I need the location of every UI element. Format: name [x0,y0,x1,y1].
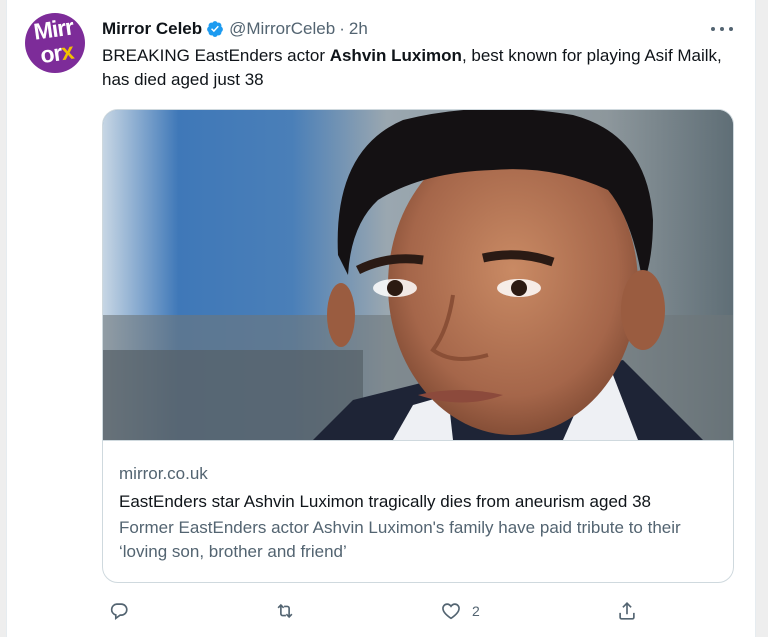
link-card[interactable]: mirror.co.uk EastEnders star Ashvin Luxi… [102,109,734,583]
retweet-icon [277,603,293,619]
avatar-logo-text-3: x [59,37,75,66]
portrait-photo [103,110,733,440]
more-dot [729,27,733,31]
tweet[interactable]: Mirr orx Mirror Celeb @MirrorCeleb · 2h … [6,0,756,637]
more-dot [720,27,724,31]
tweet-text: BREAKING EastEnders actor Ashvin Luximon… [102,44,742,92]
like-count: 2 [472,603,480,619]
heart-icon [442,603,460,620]
reply-button[interactable] [108,596,130,626]
card-image[interactable] [103,110,733,441]
handle[interactable]: @MirrorCeleb [229,19,335,39]
action-bar: 2 [102,596,742,626]
display-name[interactable]: Mirror Celeb [102,19,202,39]
verified-badge-icon [207,21,224,37]
card-title: EastEnders star Ashvin Luximon tragicall… [119,492,651,511]
tweet-text-part1: BREAKING EastEnders actor [102,46,330,65]
more-options-icon[interactable] [711,20,733,38]
tweet-text-bold[interactable]: Ashvin Luximon [330,46,462,65]
separator-dot: · [339,19,345,38]
share-button[interactable] [616,596,638,626]
timestamp[interactable]: 2h [349,19,368,39]
more-dot [711,27,715,31]
tweet-header: Mirror Celeb @MirrorCeleb · 2h [102,17,368,41]
share-icon [619,602,635,620]
card-description: Former EastEnders actor Ashvin Luximon's… [119,518,681,561]
retweet-button[interactable] [274,596,296,626]
avatar[interactable]: Mirr orx [25,13,85,73]
reply-icon [110,603,128,620]
like-button[interactable]: 2 [440,596,480,626]
avatar-logo: Mirr orx [25,13,85,69]
card-domain: mirror.co.uk [119,464,208,483]
